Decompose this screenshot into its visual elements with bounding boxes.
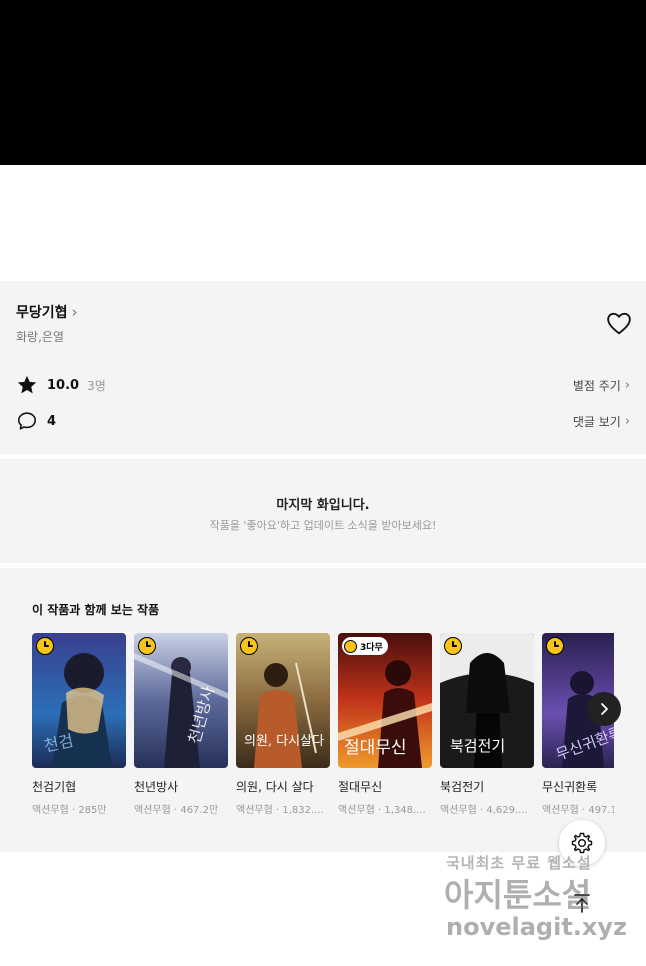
star-icon: [17, 375, 37, 394]
view-comments-label: 댓글 보기: [572, 414, 621, 429]
clock-badge-icon: [138, 637, 156, 655]
recommendations-heading: 이 작품과 함께 보는 작품: [32, 603, 160, 617]
free-badge: 3다무: [342, 637, 388, 655]
gear-icon: [571, 832, 593, 854]
rec-cover: 절대무신 3다무: [338, 633, 432, 768]
rec-meta: 액션무협 · 1,348....: [338, 805, 426, 816]
watermark: 국내최초 무료 웹소설 아지툰소설 novelagit.xyz: [440, 850, 640, 950]
work-title: 무당기협: [16, 305, 68, 321]
rec-card[interactable]: 천검 천검기협 액션무협 · 285만: [32, 633, 126, 816]
arrow-up-icon: [574, 894, 590, 913]
rec-card[interactable]: 의원, 다시살다 의원, 다시 살다 액션무협 · 1,832....: [236, 633, 330, 816]
carousel-next-button[interactable]: [587, 692, 621, 726]
rec-title: 무신귀환록: [542, 780, 598, 794]
viewer-image-area: [0, 0, 646, 165]
work-info-panel: 무당기협 › 화랑,은열 10.0 3명 별점 주기 › 4 댓글 보기 ›: [0, 281, 646, 454]
last-episode-title: 마지막 화입니다.: [276, 498, 370, 513]
rec-card[interactable]: 북검전기 북검전기 액션무협 · 4,629....: [440, 633, 534, 816]
rec-cover: 의원, 다시살다: [236, 633, 330, 768]
comment-count: 4: [47, 413, 57, 429]
chevron-right-icon: [601, 703, 608, 715]
rec-meta: 액션무협 · 497.1: [542, 805, 614, 816]
heart-outline-icon[interactable]: [606, 311, 632, 335]
comment-bubble-icon: [17, 412, 37, 430]
rating-row: 10.0 3명 별점 주기 ›: [16, 374, 630, 396]
rec-title: 천년방사: [134, 780, 179, 794]
svg-text:절대무신: 절대무신: [344, 738, 407, 758]
rec-title: 의원, 다시 살다: [236, 780, 314, 794]
rec-meta: 액션무협 · 1,832....: [236, 805, 324, 816]
rec-title: 절대무신: [338, 780, 383, 794]
settings-button[interactable]: [559, 820, 605, 866]
rec-card[interactable]: 절대무신 3다무 절대무신 액션무협 · 1,348....: [338, 633, 432, 816]
chevron-right-icon: ›: [624, 377, 630, 393]
rating-score: 10.0: [47, 377, 80, 393]
rate-button[interactable]: 별점 주기 ›: [573, 377, 630, 394]
clock-badge-icon: [546, 637, 564, 655]
rec-title: 천검기협: [32, 780, 77, 794]
svg-text:의원, 다시살다: 의원, 다시살다: [244, 734, 324, 749]
view-comments-button[interactable]: 댓글 보기 ›: [573, 413, 630, 430]
rec-card[interactable]: 천년방사 천년방사 액션무협 · 467.2만: [134, 633, 228, 816]
recommendations-carousel: 천검 천검기협 액션무협 · 285만 천년방사 천년방사 액션무협 · 467…: [32, 633, 614, 818]
rec-cover: 북검전기: [440, 633, 534, 768]
clock-badge-icon: [444, 637, 462, 655]
rec-meta: 액션무협 · 467.2만: [134, 805, 219, 816]
last-episode-notice: 마지막 화입니다. 작품을 '좋아요'하고 업데이트 소식을 받아보세요!: [0, 459, 646, 563]
rate-button-label: 별점 주기: [572, 378, 621, 393]
work-title-link[interactable]: 무당기협 ›: [16, 302, 78, 322]
recommendations-section: 이 작품과 함께 보는 작품 천검 천검기협 액션무협 · 285만 천년방사 …: [0, 568, 646, 852]
rec-cover: 천년방사: [134, 633, 228, 768]
svg-text:북검전기: 북검전기: [450, 737, 505, 755]
rating-votes: 3명: [87, 378, 106, 393]
clock-badge-icon: [240, 637, 258, 655]
rec-cover: 천검: [32, 633, 126, 768]
rec-meta: 액션무협 · 4,629....: [440, 805, 528, 816]
clock-badge-icon: [344, 639, 357, 653]
chevron-right-icon: ›: [71, 302, 78, 321]
rec-meta: 액션무협 · 285만: [32, 805, 107, 816]
scroll-top-button[interactable]: [559, 880, 605, 926]
comment-row: 4 댓글 보기 ›: [16, 410, 630, 432]
free-badge-label: 3다무: [360, 642, 383, 653]
last-episode-subtitle: 작품을 '좋아요'하고 업데이트 소식을 받아보세요!: [209, 519, 437, 532]
work-authors: 화랑,은열: [16, 330, 64, 344]
chevron-right-icon: ›: [624, 413, 630, 429]
clock-badge-icon: [36, 637, 54, 655]
rec-title: 북검전기: [440, 780, 485, 794]
